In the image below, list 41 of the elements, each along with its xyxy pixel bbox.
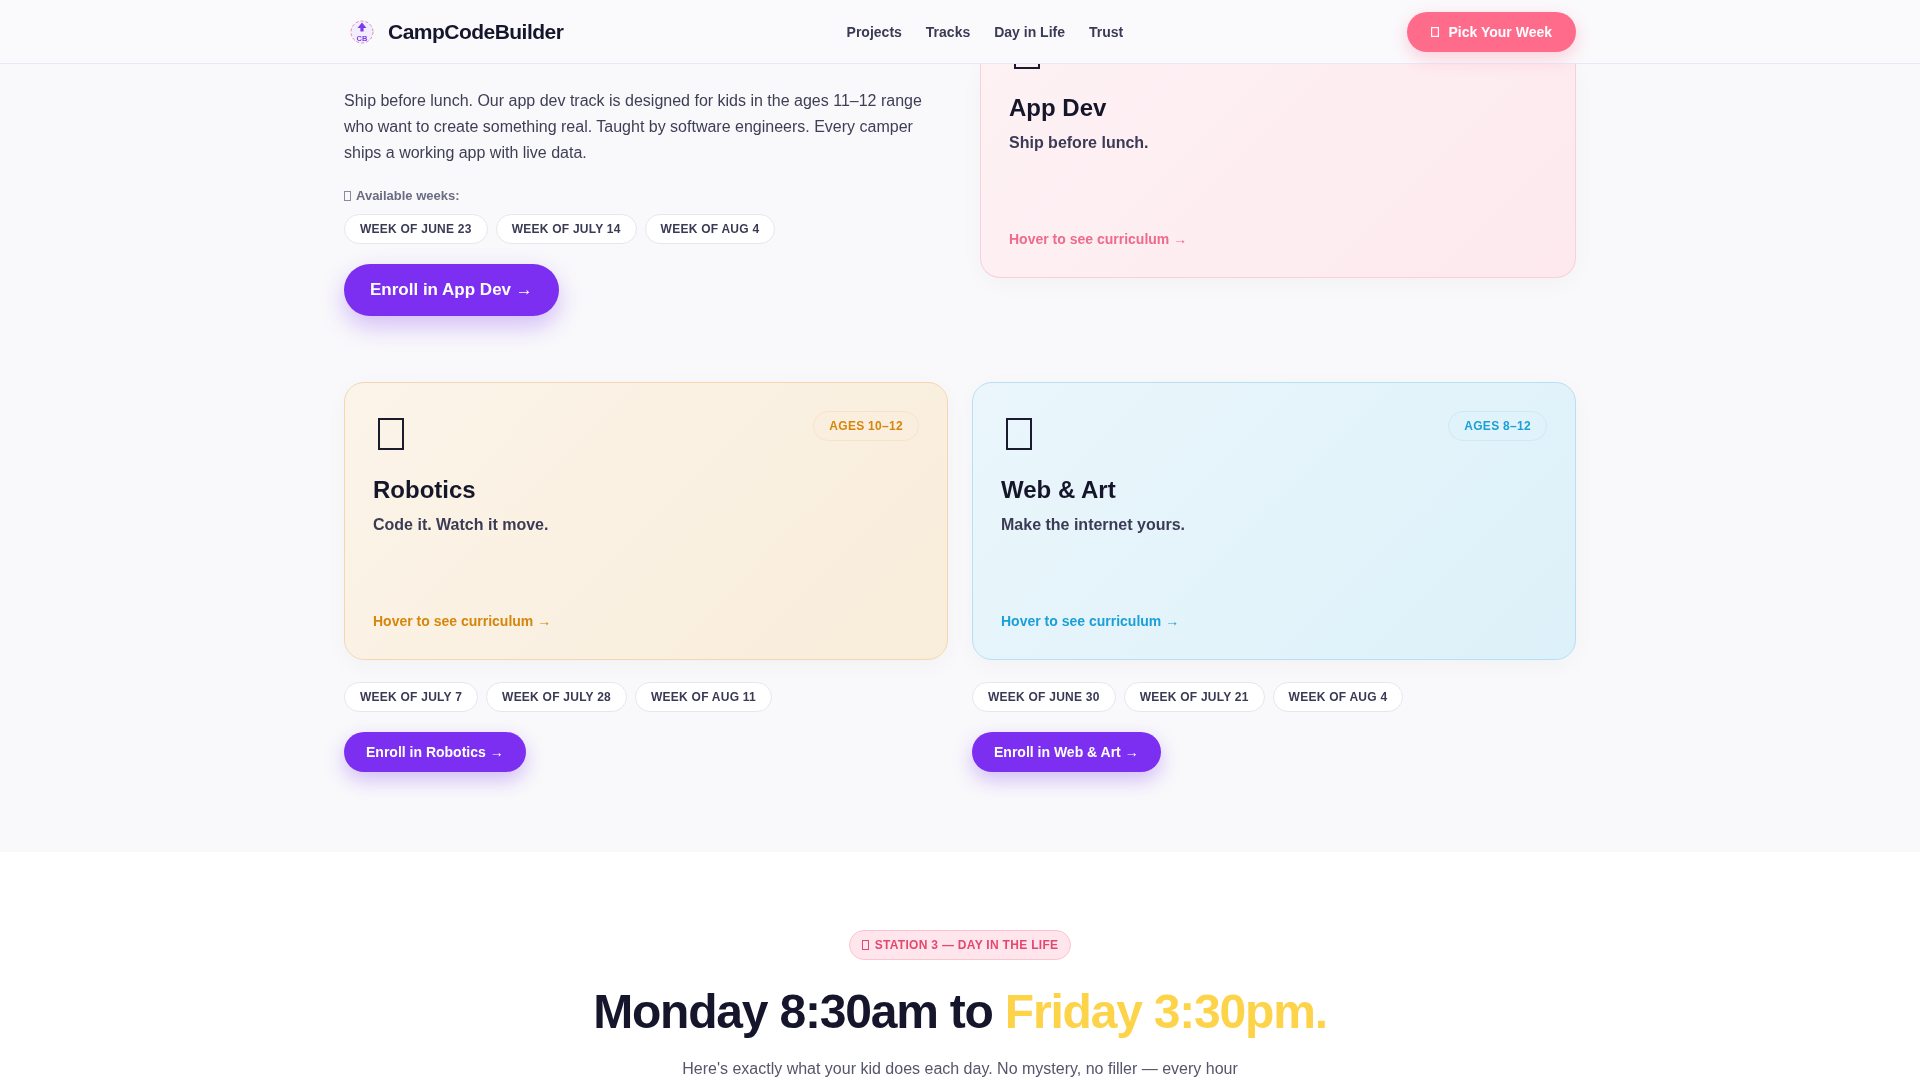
curriculum-hint: Hover to see curriculum → xyxy=(1001,612,1180,631)
week-tag: WEEK OF AUG 11 xyxy=(635,682,772,712)
age-badge: AGES 8–12 xyxy=(1448,411,1547,441)
nav-link[interactable]: Projects xyxy=(846,21,902,42)
track-card[interactable]: App Dev Ship before lunch. Hover to see curriculum → xyxy=(980,64,1576,278)
track-title: Robotics xyxy=(373,475,476,505)
section-intro: Here's exactly what your kid does each day. No mystery, no filler — every hour xyxy=(682,1058,1238,1079)
track-title: Web & Art xyxy=(1001,475,1116,505)
track-tagline: Ship before lunch. xyxy=(1009,133,1149,153)
square-outline-icon xyxy=(861,940,869,950)
week-tag: WEEK OF AUG 4 xyxy=(644,214,776,244)
empty-square-icon xyxy=(1006,418,1032,450)
track-tagline: Make the internet yours. xyxy=(1001,515,1186,535)
track-card[interactable]: AGES 10–12 Robotics Code it. Watch it move. Hover to see curriculum → xyxy=(344,382,948,660)
week-tag: WEEK OF JULY 21 xyxy=(1123,682,1265,712)
nav-link[interactable]: Tracks xyxy=(925,21,971,42)
track-tagline: Code it. Watch it move. xyxy=(373,515,549,535)
week-tag: WEEK OF JULY 14 xyxy=(495,214,637,244)
week-tag: WEEK OF JULY 28 xyxy=(486,682,628,712)
week-tag: WEEK OF JUNE 23 xyxy=(344,214,488,244)
curriculum-hint: Hover to see curriculum → xyxy=(373,612,552,631)
week-tag: WEEK OF AUG 4 xyxy=(1272,682,1404,712)
nav-link[interactable]: Day in Life xyxy=(994,21,1065,42)
track-description: Ship before lunch. Our app dev track is designed for kids in the ages 11–12 range who want to create something real. Taught by software engineers. Every camper ships a working app with live data. xyxy=(344,91,923,163)
empty-square-icon xyxy=(378,418,404,450)
curriculum-hint: Hover to see curriculum → xyxy=(1009,230,1188,249)
track-card[interactable]: AGES 8–12 Web & Art Make the internet yours. Hover to see curriculum → xyxy=(972,382,1576,660)
nav-link[interactable]: Trust xyxy=(1089,21,1124,42)
weeks-label: Available weeks: xyxy=(356,187,460,205)
brand-name[interactable]: CampCodeBuilder xyxy=(388,15,564,48)
enroll-button[interactable]: Enroll in App Dev → xyxy=(344,264,559,316)
age-badge: AGES 10–12 xyxy=(813,411,919,441)
enroll-button[interactable]: Enroll in Web & Art → xyxy=(972,732,1161,772)
track-title: App Dev xyxy=(1009,93,1107,123)
enroll-button[interactable]: Enroll in Robotics → xyxy=(344,732,526,772)
square-outline-icon xyxy=(1430,26,1439,37)
section-heading: Monday 8:30am to Friday 3:30pm. xyxy=(593,986,1327,1039)
week-tag: WEEK OF JULY 7 xyxy=(344,682,479,712)
week-tag: WEEK OF JUNE 30 xyxy=(972,682,1116,712)
square-outline-icon xyxy=(344,191,351,201)
station-label: STATION 3 — DAY IN THE LIFE xyxy=(874,937,1059,953)
